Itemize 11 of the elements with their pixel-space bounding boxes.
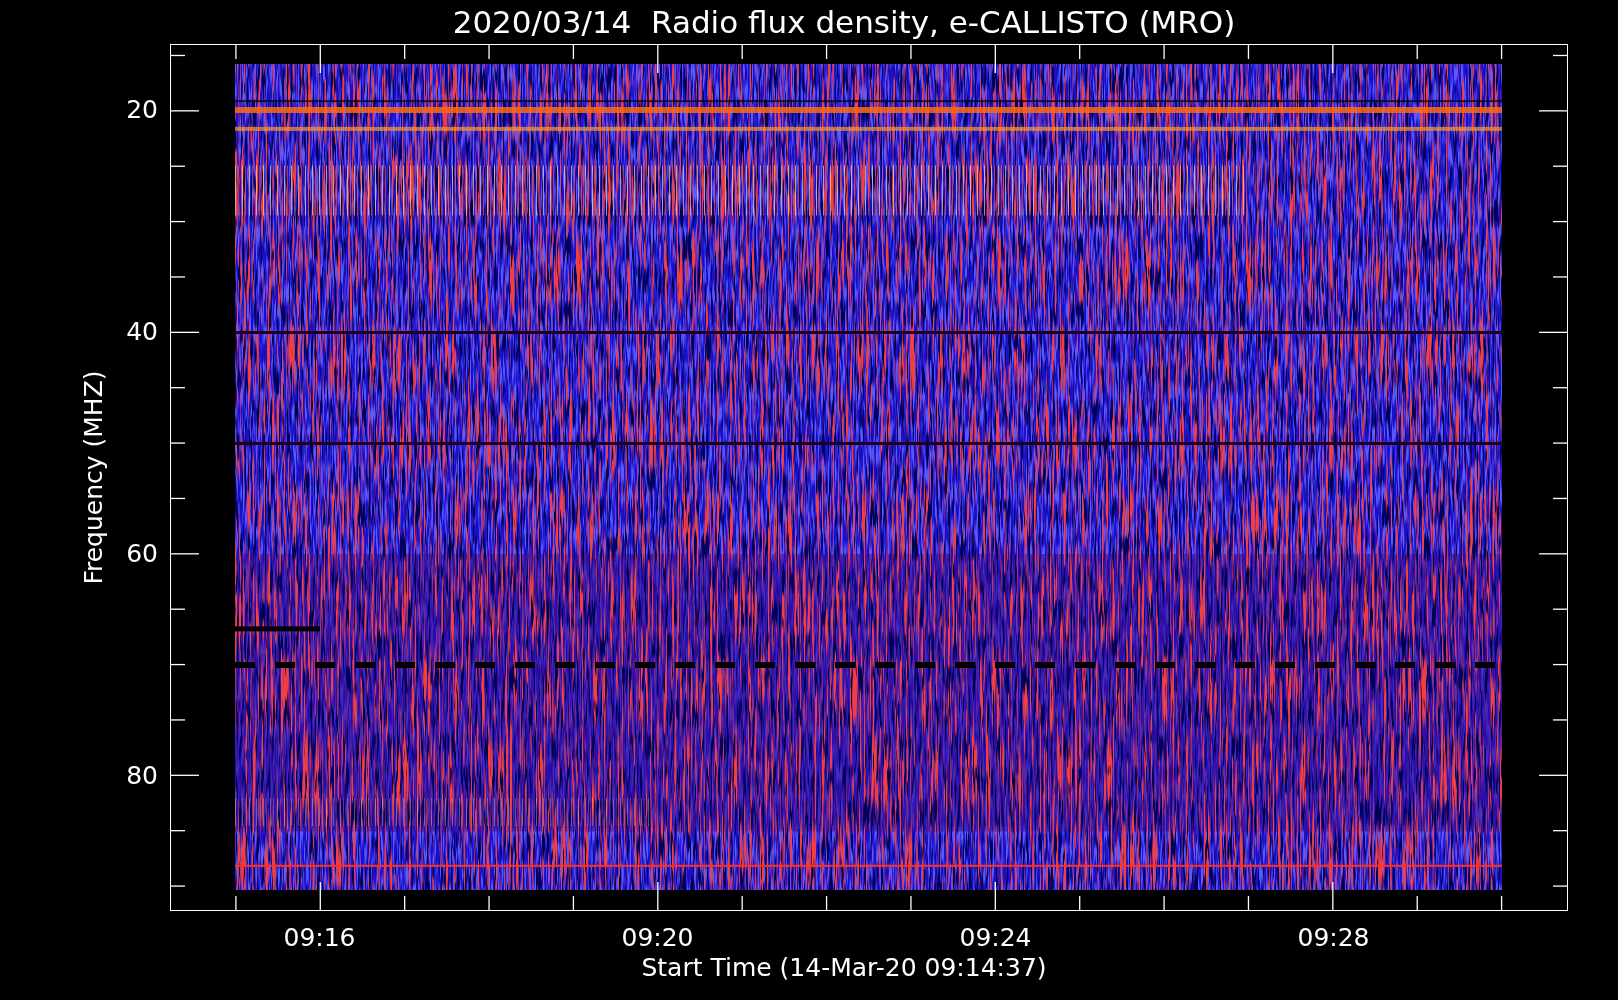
x-tick-label: 09:28 xyxy=(1297,925,1370,950)
y-tick-label: 60 xyxy=(126,541,158,566)
y-tick-label: 20 xyxy=(126,97,158,122)
x-tick-label: 09:16 xyxy=(283,925,356,950)
y-tick-label: 80 xyxy=(126,763,158,788)
chart-title: 2020/03/14 Radio flux density, e-CALLISTO (MRO) xyxy=(451,6,1236,38)
x-tick-label: 09:24 xyxy=(959,925,1032,950)
y-tick-label: 40 xyxy=(126,319,158,344)
x-tick-label: 09:20 xyxy=(621,925,694,950)
y-axis-label: Frequency (MHZ) xyxy=(78,370,108,585)
x-axis-label: Start Time (14-Mar-20 09:14:37) xyxy=(641,955,1047,980)
